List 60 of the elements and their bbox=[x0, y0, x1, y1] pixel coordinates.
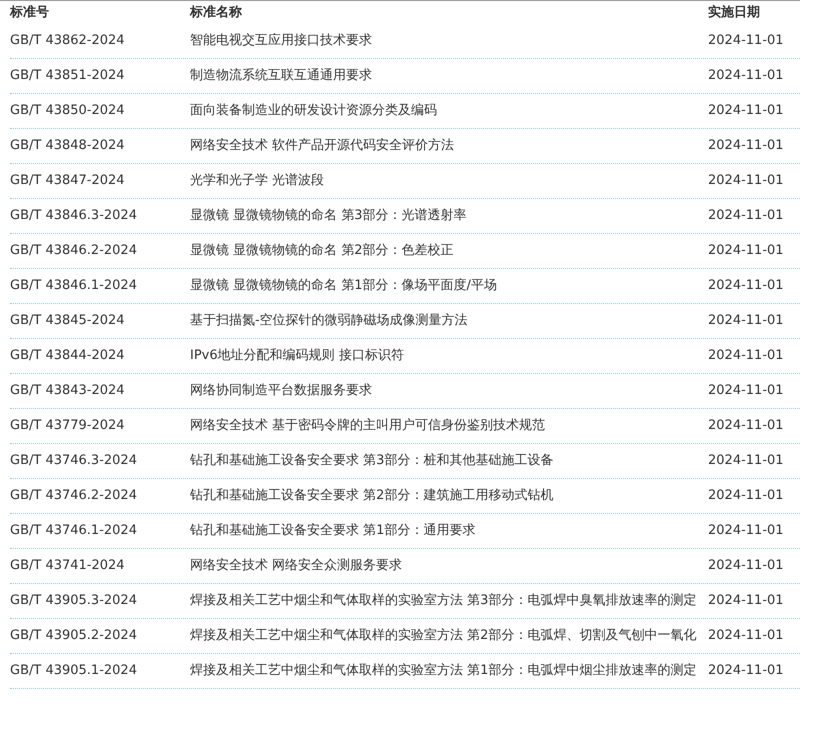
table-cell-text: GB/T 43746.2-2024 bbox=[10, 487, 138, 505]
table-cell-text: 网络协同制造平台数据服务要求 bbox=[190, 382, 373, 400]
table-cell-text: 2024-11-01 bbox=[708, 277, 785, 295]
table-cell-text: 制造物流系统互联互通通用要求 bbox=[190, 67, 373, 85]
table-cell-text: GB/T 43746.1-2024 bbox=[10, 522, 138, 540]
table-cell-text: 2024-11-01 bbox=[708, 137, 785, 155]
table-cell-text: 2024-11-01 bbox=[708, 102, 785, 120]
table-cell-text: 钻孔和基础施工设备安全要求 第2部分：建筑施工用移动式钻机 bbox=[190, 487, 554, 505]
table-cell-text: GB/T 43851-2024 bbox=[10, 67, 126, 85]
table-cell-text: GB/T 43850-2024 bbox=[10, 102, 126, 120]
table-cell-text: GB/T 43746.3-2024 bbox=[10, 452, 138, 470]
table-cell-text: IPv6地址分配和编码规则 接口标识符 bbox=[190, 347, 405, 365]
table-cell-text: 网络安全技术 软件产品开源代码安全评价方法 bbox=[190, 137, 456, 155]
table-cell-text: 钻孔和基础施工设备安全要求 第3部分：桩和其他基础施工设备 bbox=[190, 452, 554, 470]
table-cell-text: GB/T 43843-2024 bbox=[10, 382, 126, 400]
table-cell-text: 光学和光子学 光谱波段 bbox=[190, 172, 326, 190]
table-cell-text: 2024-11-01 bbox=[708, 32, 785, 50]
table-cell-text: 2024-11-01 bbox=[708, 557, 785, 575]
table-cell-text: 2024-11-01 bbox=[708, 382, 785, 400]
table-cell-text: 2024-11-01 bbox=[708, 242, 785, 260]
table-cell-text: GB/T 43779-2024 bbox=[10, 417, 126, 435]
table-cell-text: 网络安全技术 网络安全众测服务要求 bbox=[190, 557, 404, 575]
table-cell-text: 2024-11-01 bbox=[708, 347, 785, 365]
table-cell-text: 2024-11-01 bbox=[708, 592, 785, 610]
column-header: 标准名称 bbox=[190, 4, 243, 22]
table-cell-text: GB/T 43905.3-2024 bbox=[10, 592, 138, 610]
table-cell-text: 焊接及相关工艺中烟尘和气体取样的实验室方法 第1部分：电弧焊中烟尘排放速率的测定 bbox=[190, 662, 698, 680]
table-cell-text: 基于扫描氮-空位探针的微弱静磁场成像测量方法 bbox=[190, 312, 469, 330]
table-cell-text: GB/T 43846.1-2024 bbox=[10, 277, 138, 295]
table-cell-text: 面向装备制造业的研发设计资源分类及编码 bbox=[190, 102, 438, 120]
table-cell-text: 显微镜 显微镜物镜的命名 第1部分：像场平面度/平场 bbox=[190, 277, 498, 295]
table-cell-text: 2024-11-01 bbox=[708, 172, 785, 190]
table-cell-text: GB/T 43862-2024 bbox=[10, 32, 126, 50]
table-cell-text: GB/T 43905.2-2024 bbox=[10, 627, 138, 645]
table-cell-text: 网络安全技术 基于密码令牌的主叫用户可信身份鉴别技术规范 bbox=[190, 417, 546, 435]
table-cell-text: GB/T 43905.1-2024 bbox=[10, 662, 138, 680]
table-cell-text: 2024-11-01 bbox=[708, 627, 785, 645]
table-cell-text: GB/T 43845-2024 bbox=[10, 312, 126, 330]
table-cell-text: 2024-11-01 bbox=[708, 67, 785, 85]
table-cell-text: 钻孔和基础施工设备安全要求 第1部分：通用要求 bbox=[190, 522, 476, 540]
column-header: 实施日期 bbox=[708, 4, 761, 22]
table-cell-text: GB/T 43741-2024 bbox=[10, 557, 126, 575]
column-header: 标准号 bbox=[10, 4, 50, 22]
table-cell-text: GB/T 43846.2-2024 bbox=[10, 242, 138, 260]
table-cell-text: 显微镜 显微镜物镜的命名 第3部分：光谱透射率 bbox=[190, 207, 468, 225]
table-cell-text: 2024-11-01 bbox=[708, 487, 785, 505]
table-cell-text: 2024-11-01 bbox=[708, 522, 785, 540]
table-cell-text: 焊接及相关工艺中烟尘和气体取样的实验室方法 第3部分：电弧焊中臭氧排放速率的测定 bbox=[190, 592, 698, 610]
table-cell-text: 2024-11-01 bbox=[708, 207, 785, 225]
table-cell-text: 显微镜 显微镜物镜的命名 第2部分：色差校正 bbox=[190, 242, 455, 260]
table-cell-text: 2024-11-01 bbox=[708, 312, 785, 330]
table-cell-text: 2024-11-01 bbox=[708, 452, 785, 470]
table-cell-text: GB/T 43848-2024 bbox=[10, 137, 126, 155]
table-cell-text: GB/T 43847-2024 bbox=[10, 172, 126, 190]
table-cell-text: GB/T 43846.3-2024 bbox=[10, 207, 138, 225]
table-cell-text: 焊接及相关工艺中烟尘和气体取样的实验室方法 第2部分：电弧焊、切割及气刨中一氧化 bbox=[190, 627, 698, 645]
table-cell-text: 2024-11-01 bbox=[708, 417, 785, 435]
table-cell-text: GB/T 43844-2024 bbox=[10, 347, 126, 365]
table-cell-text: 智能电视交互应用接口技术要求 bbox=[190, 32, 373, 50]
table-cell-text: 2024-11-01 bbox=[708, 662, 785, 680]
